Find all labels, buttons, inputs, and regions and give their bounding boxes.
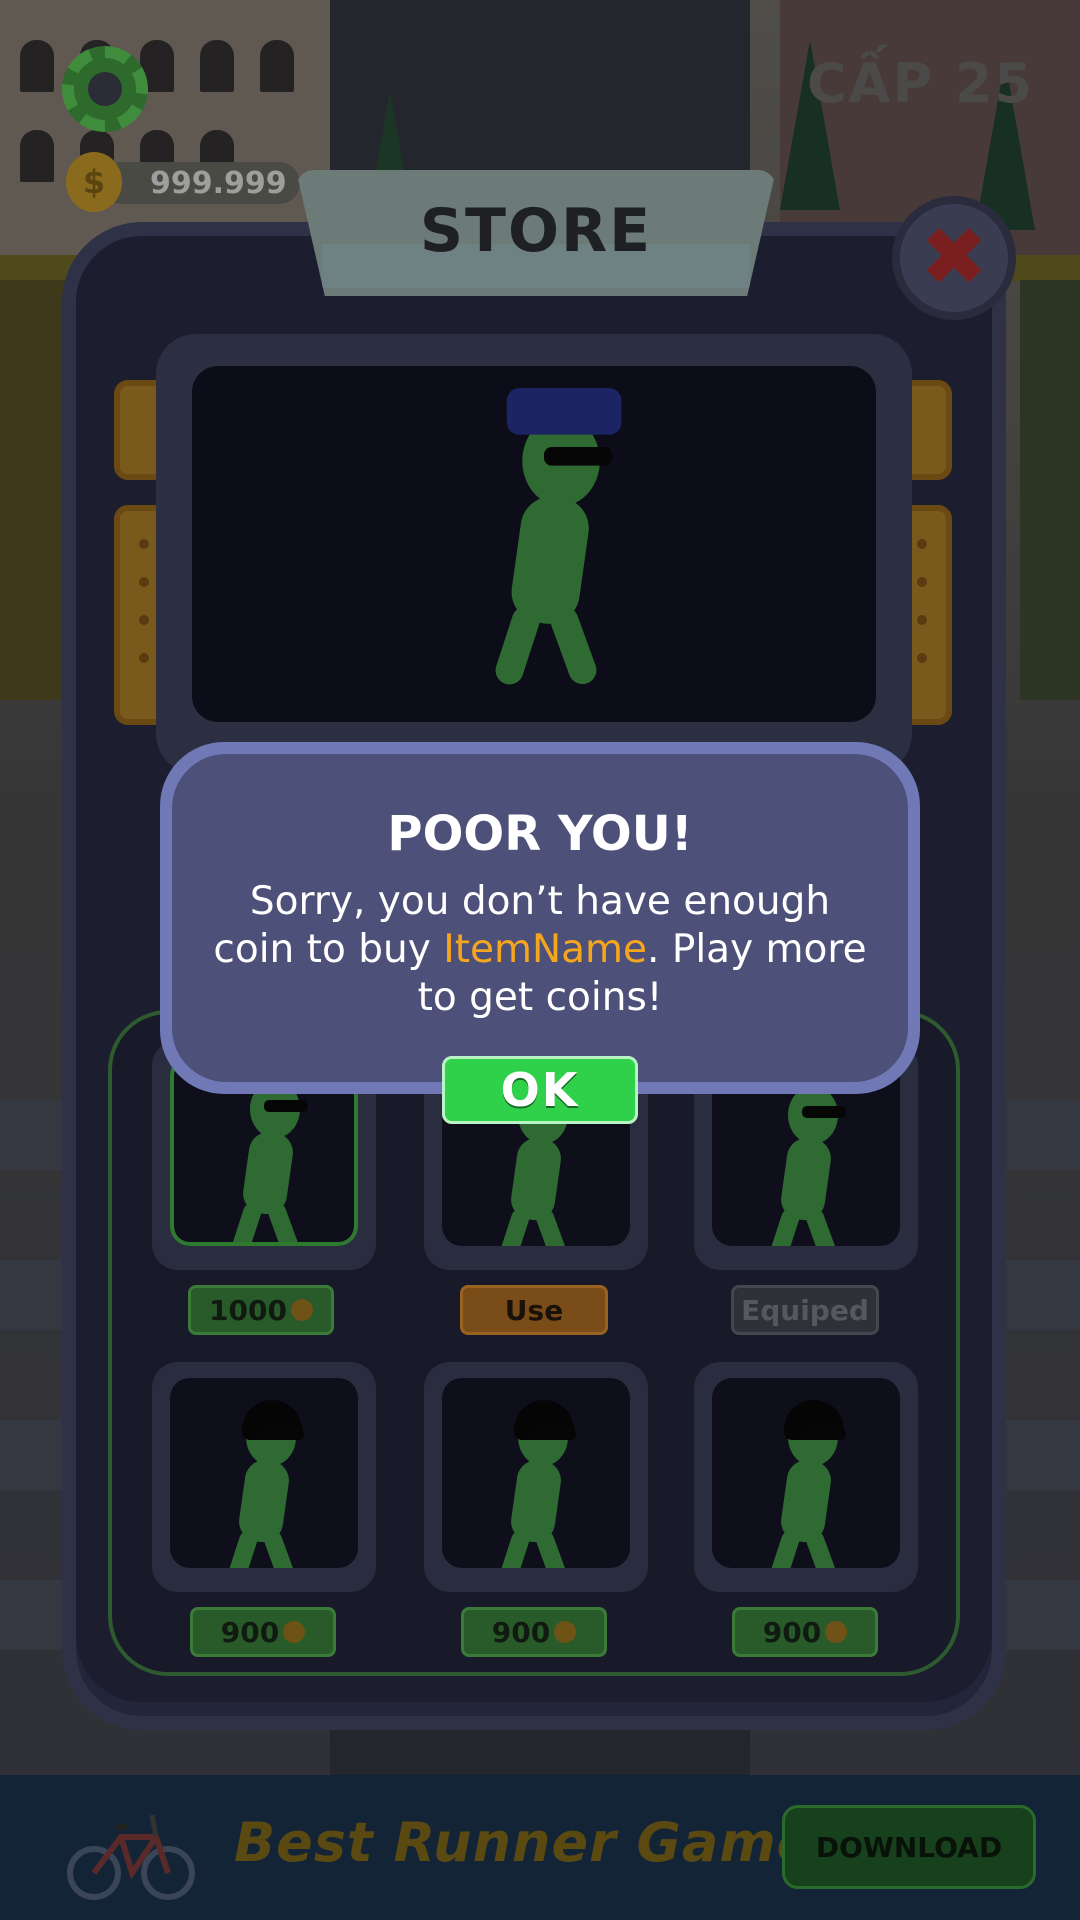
- dialog-title: POOR YOU!: [387, 806, 693, 862]
- ad-banner[interactable]: Best Runner Game DOWNLOAD: [0, 1775, 1080, 1920]
- item-equipped-badge: Equiped: [731, 1285, 879, 1335]
- close-button[interactable]: ✖: [892, 196, 1016, 320]
- item-card[interactable]: [152, 1362, 376, 1592]
- character-preview: [156, 334, 912, 774]
- item-name: ItemName: [443, 927, 648, 972]
- item-price-button[interactable]: 900: [732, 1607, 878, 1657]
- bicycle-icon: [67, 1814, 195, 1900]
- insufficient-coins-dialog: POOR YOU! Sorry, you don’t have enough c…: [160, 742, 920, 1094]
- coin-icon: [283, 1621, 306, 1643]
- coin-icon: [554, 1621, 577, 1643]
- coin-icon: [825, 1621, 848, 1643]
- coin-balance: 999.999: [100, 162, 300, 204]
- ad-headline: Best Runner Game: [234, 1811, 815, 1874]
- ok-button[interactable]: OK: [442, 1056, 638, 1124]
- store-title: STORE: [419, 196, 653, 266]
- coin-icon: [290, 1299, 313, 1321]
- item-price-button[interactable]: 1000: [188, 1285, 334, 1335]
- level-indicator: CẤP 25: [807, 52, 1034, 115]
- item-price-button[interactable]: 900: [461, 1607, 607, 1657]
- coin-icon: $: [66, 152, 122, 212]
- item-card[interactable]: [424, 1362, 648, 1592]
- coin-balance-value: 999.999: [150, 165, 287, 201]
- item-price-button[interactable]: 900: [190, 1607, 336, 1657]
- gear-icon[interactable]: [62, 46, 148, 132]
- close-icon: ✖: [919, 210, 989, 305]
- item-card[interactable]: [694, 1362, 918, 1592]
- item-use-button[interactable]: Use: [460, 1285, 608, 1335]
- dialog-message: Sorry, you don’t have enough coin to buy…: [213, 879, 867, 1020]
- download-button[interactable]: DOWNLOAD: [782, 1805, 1036, 1889]
